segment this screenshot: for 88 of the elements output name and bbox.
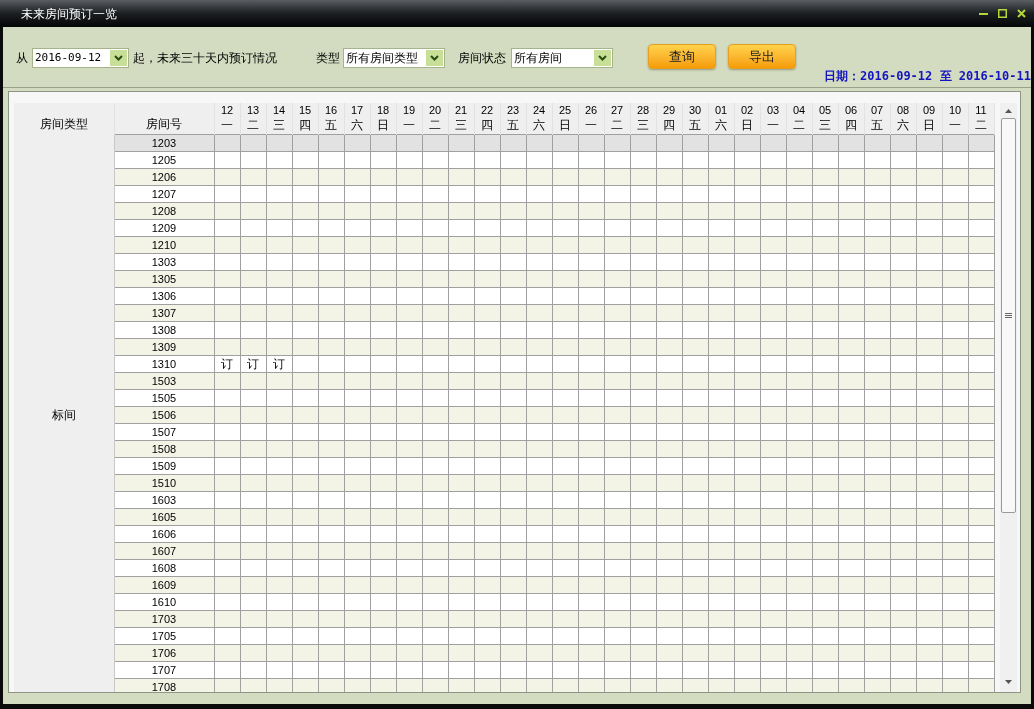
weekday-label: 日 xyxy=(559,118,571,134)
day-number: 22 xyxy=(480,103,494,119)
scroll-down-icon[interactable] xyxy=(1005,680,1012,684)
dropdown-icon[interactable] xyxy=(594,50,611,66)
room-type-select[interactable]: 所有房间类型 xyxy=(343,48,445,68)
weekday-label: 三 xyxy=(455,118,467,134)
day-number: 01 xyxy=(714,103,728,119)
weekday-label: 一 xyxy=(949,118,961,134)
from-label: 从 xyxy=(16,50,28,67)
day-number: 12 xyxy=(220,103,234,119)
maximize-icon[interactable] xyxy=(998,9,1007,18)
room-number-cell: 1203 xyxy=(114,134,214,151)
range-text: 起，未来三十天内预订情况 xyxy=(133,50,277,67)
weekday-label: 四 xyxy=(845,118,857,134)
day-number: 19 xyxy=(402,103,416,119)
day-number: 14 xyxy=(272,103,286,119)
day-number: 25 xyxy=(558,103,572,119)
day-number: 08 xyxy=(896,103,910,119)
scrollbar-thumb[interactable] xyxy=(1001,118,1016,513)
weekday-label: 一 xyxy=(767,118,779,134)
column-header: 房间类型 xyxy=(39,117,88,131)
day-number: 02 xyxy=(740,103,754,119)
day-number: 21 xyxy=(454,103,468,119)
weekday-label: 三 xyxy=(273,118,285,134)
weekday-label: 六 xyxy=(351,118,363,134)
dropdown-icon[interactable] xyxy=(110,50,127,66)
weekday-label: 二 xyxy=(429,118,441,134)
weekday-label: 三 xyxy=(637,118,649,134)
weekday-label: 六 xyxy=(533,118,545,134)
column-header: 房间号 xyxy=(146,116,182,131)
dropdown-icon[interactable] xyxy=(426,50,443,66)
weekday-label: 二 xyxy=(793,118,805,134)
day-number: 05 xyxy=(818,103,832,119)
weekday-label: 四 xyxy=(481,118,493,134)
weekday-label: 五 xyxy=(689,118,701,134)
booking-cell: 订 xyxy=(266,355,292,372)
day-number: 17 xyxy=(350,103,364,119)
day-number: 15 xyxy=(298,103,312,119)
scroll-up-icon[interactable] xyxy=(1005,109,1012,113)
day-number: 11 xyxy=(975,103,987,119)
day-number: 27 xyxy=(610,103,624,119)
weekday-label: 三 xyxy=(819,118,831,134)
room-status-select[interactable]: 所有房间 xyxy=(511,48,613,68)
weekday-label: 五 xyxy=(325,118,337,134)
day-number: 16 xyxy=(324,103,338,119)
booking-cell: 订 xyxy=(214,355,240,372)
type-label: 类型 xyxy=(316,50,340,67)
day-number: 06 xyxy=(844,103,858,119)
weekday-label: 六 xyxy=(897,118,909,134)
date-range-text: 日期：2016-09-12 至 2016-10-11 xyxy=(824,68,1031,85)
day-number: 20 xyxy=(428,103,442,119)
day-number: 29 xyxy=(662,103,676,119)
weekday-label: 二 xyxy=(975,118,987,134)
weekday-label: 日 xyxy=(377,118,389,134)
weekday-label: 一 xyxy=(403,118,415,134)
weekday-label: 一 xyxy=(221,118,233,134)
room-status-label: 房间状态 xyxy=(458,50,506,67)
vertical-scrollbar[interactable] xyxy=(1000,103,1017,692)
toolbar-button[interactable]: 导出 xyxy=(728,44,796,69)
day-number: 18 xyxy=(376,103,390,119)
close-icon[interactable] xyxy=(1017,9,1026,18)
toolbar-button[interactable]: 查询 xyxy=(648,44,716,69)
weekday-label: 五 xyxy=(871,118,883,134)
day-number: 10 xyxy=(948,103,962,119)
weekday-label: 二 xyxy=(247,118,259,134)
day-number: 07 xyxy=(870,103,884,119)
weekday-label: 二 xyxy=(611,118,623,134)
weekday-label: 六 xyxy=(715,118,727,134)
grip-icon xyxy=(1005,313,1012,318)
day-number: 09 xyxy=(922,103,936,119)
day-number: 04 xyxy=(792,103,806,119)
day-number: 24 xyxy=(532,103,546,119)
window-title: 未来房间预订一览 xyxy=(21,5,117,23)
day-number: 03 xyxy=(766,103,780,119)
day-number: 26 xyxy=(584,103,598,119)
weekday-label: 日 xyxy=(923,118,935,134)
date-field[interactable]: 2016-09-12 xyxy=(32,48,129,68)
weekday-label: 日 xyxy=(741,118,753,134)
day-number: 28 xyxy=(636,103,650,119)
booking-cell: 订 xyxy=(240,355,266,372)
day-number: 30 xyxy=(688,103,702,119)
day-number: 13 xyxy=(246,103,260,119)
weekday-label: 一 xyxy=(585,118,597,134)
weekday-label: 五 xyxy=(507,118,519,134)
day-number: 23 xyxy=(506,103,520,119)
weekday-label: 四 xyxy=(299,118,311,134)
weekday-label: 四 xyxy=(663,118,675,134)
room-type-cell: 标间 xyxy=(51,407,76,422)
